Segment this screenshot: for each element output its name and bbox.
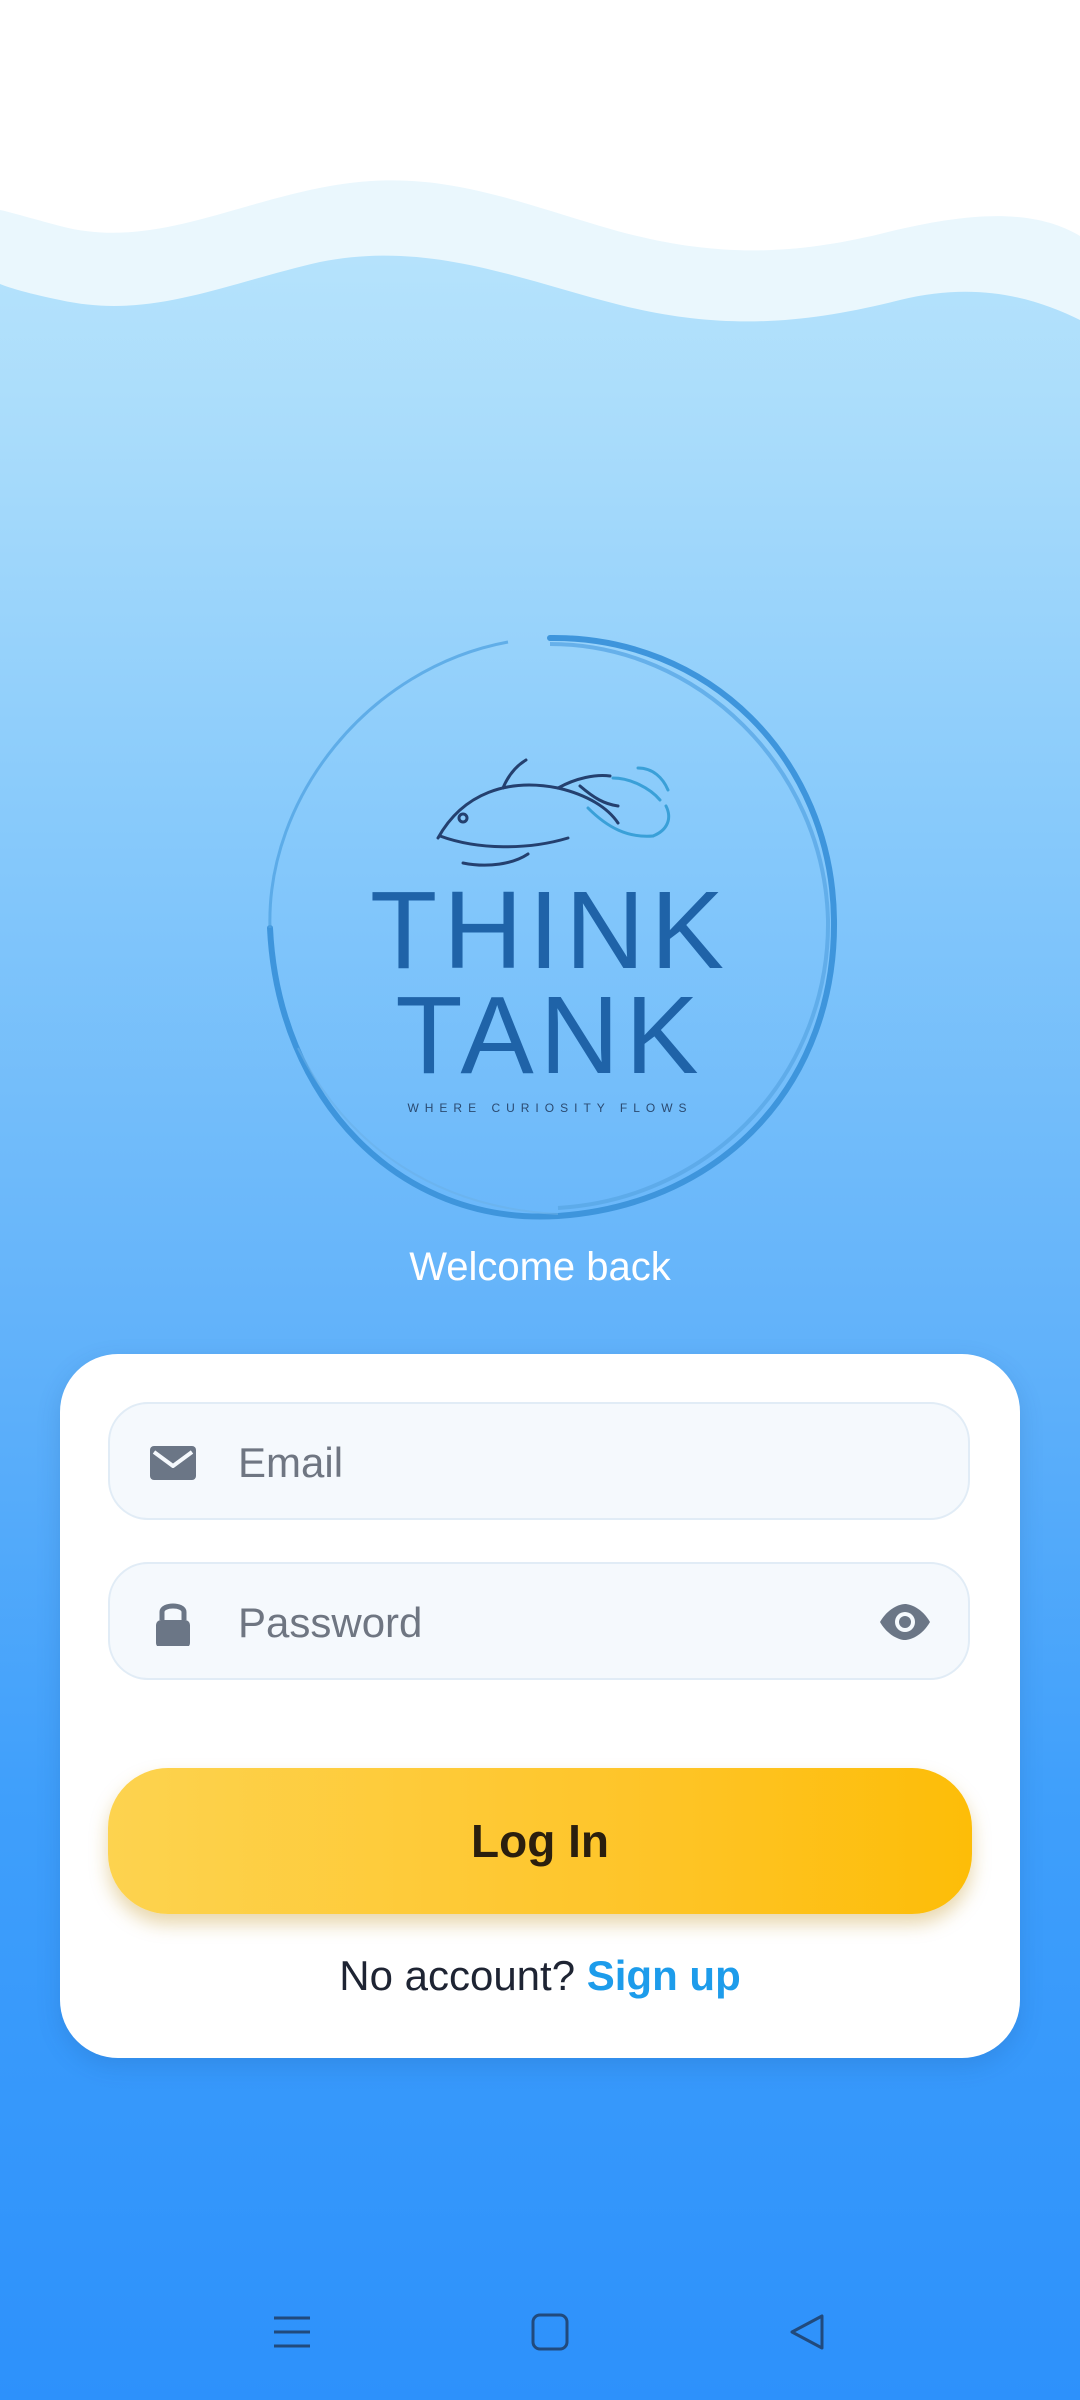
signup-row: No account? Sign up [60, 1952, 1020, 2000]
signup-link[interactable]: Sign up [587, 1952, 741, 1999]
email-input[interactable]: Email [238, 1404, 343, 1522]
eye-icon[interactable] [878, 1602, 932, 1642]
menu-icon[interactable] [270, 2310, 314, 2354]
top-wave-decoration [0, 0, 1080, 322]
password-field[interactable]: Password [108, 1562, 970, 1680]
home-square-icon[interactable] [528, 2310, 572, 2354]
login-button[interactable]: Log In [108, 1768, 972, 1914]
back-triangle-icon[interactable] [786, 2310, 830, 2354]
no-account-text: No account? [339, 1952, 576, 1999]
lock-icon [156, 1603, 190, 1646]
system-navigation-bar [0, 2300, 1080, 2380]
think-tank-logo: THINK TANK WHERE CURIOSITY FLOWS [258, 628, 842, 1224]
login-card: Email Password Log In No account? Sign u… [60, 1354, 1020, 2058]
password-input[interactable]: Password [238, 1564, 422, 1682]
logo-tagline: WHERE CURIOSITY FLOWS [407, 1101, 692, 1115]
welcome-text: Welcome back [409, 1245, 671, 1289]
mail-icon [150, 1446, 196, 1480]
email-field[interactable]: Email [108, 1402, 970, 1520]
logo-tank-text: TANK [395, 974, 704, 1097]
